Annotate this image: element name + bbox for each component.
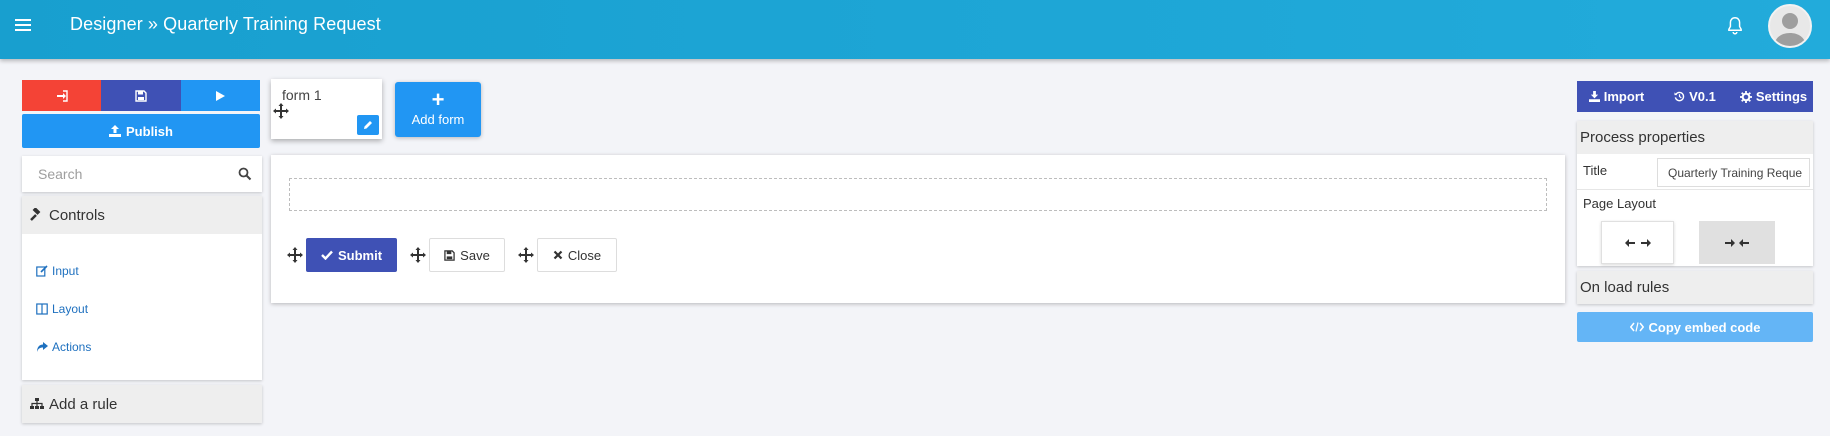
move-icon[interactable] bbox=[410, 247, 426, 263]
control-input[interactable]: Input bbox=[36, 252, 262, 290]
sitemap-icon bbox=[30, 398, 44, 409]
add-rule-label: Add a rule bbox=[49, 395, 118, 413]
right-panel: Import V0.1 Settings Process properties … bbox=[1577, 81, 1813, 342]
publish-button[interactable]: Publish bbox=[22, 114, 260, 148]
title-input[interactable] bbox=[1657, 158, 1810, 187]
controls-title: Controls bbox=[49, 206, 105, 224]
on-load-rules-header[interactable]: On load rules bbox=[1577, 271, 1813, 304]
move-icon[interactable] bbox=[273, 103, 289, 119]
close-button[interactable]: Close bbox=[537, 238, 617, 272]
copy-embed-code-button[interactable]: Copy embed code bbox=[1577, 312, 1813, 342]
exit-button[interactable] bbox=[22, 80, 102, 111]
move-icon[interactable] bbox=[287, 247, 303, 263]
code-icon bbox=[1629, 322, 1644, 332]
pencil-icon bbox=[364, 121, 372, 129]
add-form-button[interactable]: + Add form bbox=[395, 82, 481, 137]
layout-wide-option[interactable] bbox=[1601, 221, 1674, 264]
controls-header[interactable]: Controls bbox=[22, 196, 262, 234]
avatar[interactable] bbox=[1768, 4, 1812, 48]
gear-icon bbox=[1739, 90, 1752, 103]
download-icon bbox=[1588, 91, 1600, 102]
sign-in-icon bbox=[56, 89, 68, 102]
search-icon[interactable] bbox=[238, 167, 252, 181]
form-tab-label: form 1 bbox=[282, 87, 322, 103]
check-icon bbox=[321, 250, 333, 260]
columns-icon bbox=[36, 303, 48, 315]
left-panel: Publish Controls Input Layout Actions bbox=[22, 80, 262, 423]
history-icon bbox=[1674, 91, 1685, 102]
controls-list: Input Layout Actions bbox=[22, 234, 262, 380]
top-bar: Designer » Quarterly Training Request bbox=[0, 0, 1830, 59]
control-layout[interactable]: Layout bbox=[36, 290, 262, 328]
save-design-button[interactable] bbox=[101, 80, 181, 111]
designer-toolbar bbox=[22, 80, 260, 111]
control-actions-label: Actions bbox=[52, 340, 92, 354]
search-box bbox=[22, 156, 262, 192]
settings-label: Settings bbox=[1755, 89, 1808, 104]
compress-h-icon bbox=[1725, 238, 1749, 247]
form-canvas: Submit Save Close bbox=[271, 155, 1565, 303]
floppy-disk-icon bbox=[135, 89, 147, 102]
form-tab[interactable]: form 1 bbox=[271, 79, 382, 139]
control-input-label: Input bbox=[52, 264, 79, 278]
import-button[interactable]: Import bbox=[1577, 81, 1656, 112]
add-rule-button[interactable]: Add a rule bbox=[22, 385, 262, 423]
save-button[interactable]: Save bbox=[429, 238, 505, 272]
controls-panel: Controls Input Layout Actions bbox=[22, 196, 262, 380]
import-label: Import bbox=[1603, 89, 1645, 104]
page-title: Designer » Quarterly Training Request bbox=[70, 14, 381, 34]
times-icon bbox=[553, 250, 563, 260]
plus-icon: + bbox=[431, 87, 445, 112]
settings-button[interactable]: Settings bbox=[1734, 81, 1813, 112]
control-layout-label: Layout bbox=[52, 302, 89, 316]
floppy-disk-icon bbox=[444, 249, 455, 261]
gavel-icon bbox=[30, 208, 41, 221]
drop-zone[interactable] bbox=[289, 178, 1547, 211]
share-icon bbox=[37, 342, 48, 352]
publish-label: Publish bbox=[126, 123, 173, 139]
move-icon[interactable] bbox=[518, 247, 534, 263]
page-layout-label: Page Layout bbox=[1583, 196, 1657, 211]
version-button[interactable]: V0.1 bbox=[1656, 81, 1734, 112]
play-icon bbox=[216, 90, 226, 101]
edit-form-button[interactable] bbox=[357, 115, 379, 135]
menu-icon[interactable] bbox=[15, 19, 31, 33]
search-input[interactable] bbox=[22, 156, 222, 192]
title-row: Title bbox=[1577, 154, 1813, 190]
layout-narrow-option[interactable] bbox=[1699, 221, 1775, 264]
upload-icon bbox=[109, 125, 122, 137]
submit-button[interactable]: Submit bbox=[306, 238, 397, 272]
version-label: V0.1 bbox=[1689, 89, 1716, 104]
arrows-h-icon bbox=[1624, 238, 1651, 247]
process-toolbar: Import V0.1 Settings bbox=[1577, 81, 1813, 112]
run-button[interactable] bbox=[180, 80, 260, 111]
title-label: Title bbox=[1583, 163, 1608, 178]
close-label: Close bbox=[567, 247, 602, 263]
page-layout-row: Page Layout bbox=[1577, 190, 1813, 266]
process-properties-header: Process properties bbox=[1577, 121, 1813, 154]
copy-embed-label: Copy embed code bbox=[1648, 319, 1761, 335]
bell-icon[interactable] bbox=[1724, 15, 1746, 37]
process-properties-panel: Process properties Title Page Layout bbox=[1577, 121, 1813, 266]
add-form-label: Add form bbox=[411, 112, 465, 127]
control-actions[interactable]: Actions bbox=[36, 328, 262, 366]
submit-label: Submit bbox=[337, 247, 383, 263]
edit-icon bbox=[36, 265, 48, 277]
save-label: Save bbox=[460, 247, 490, 263]
